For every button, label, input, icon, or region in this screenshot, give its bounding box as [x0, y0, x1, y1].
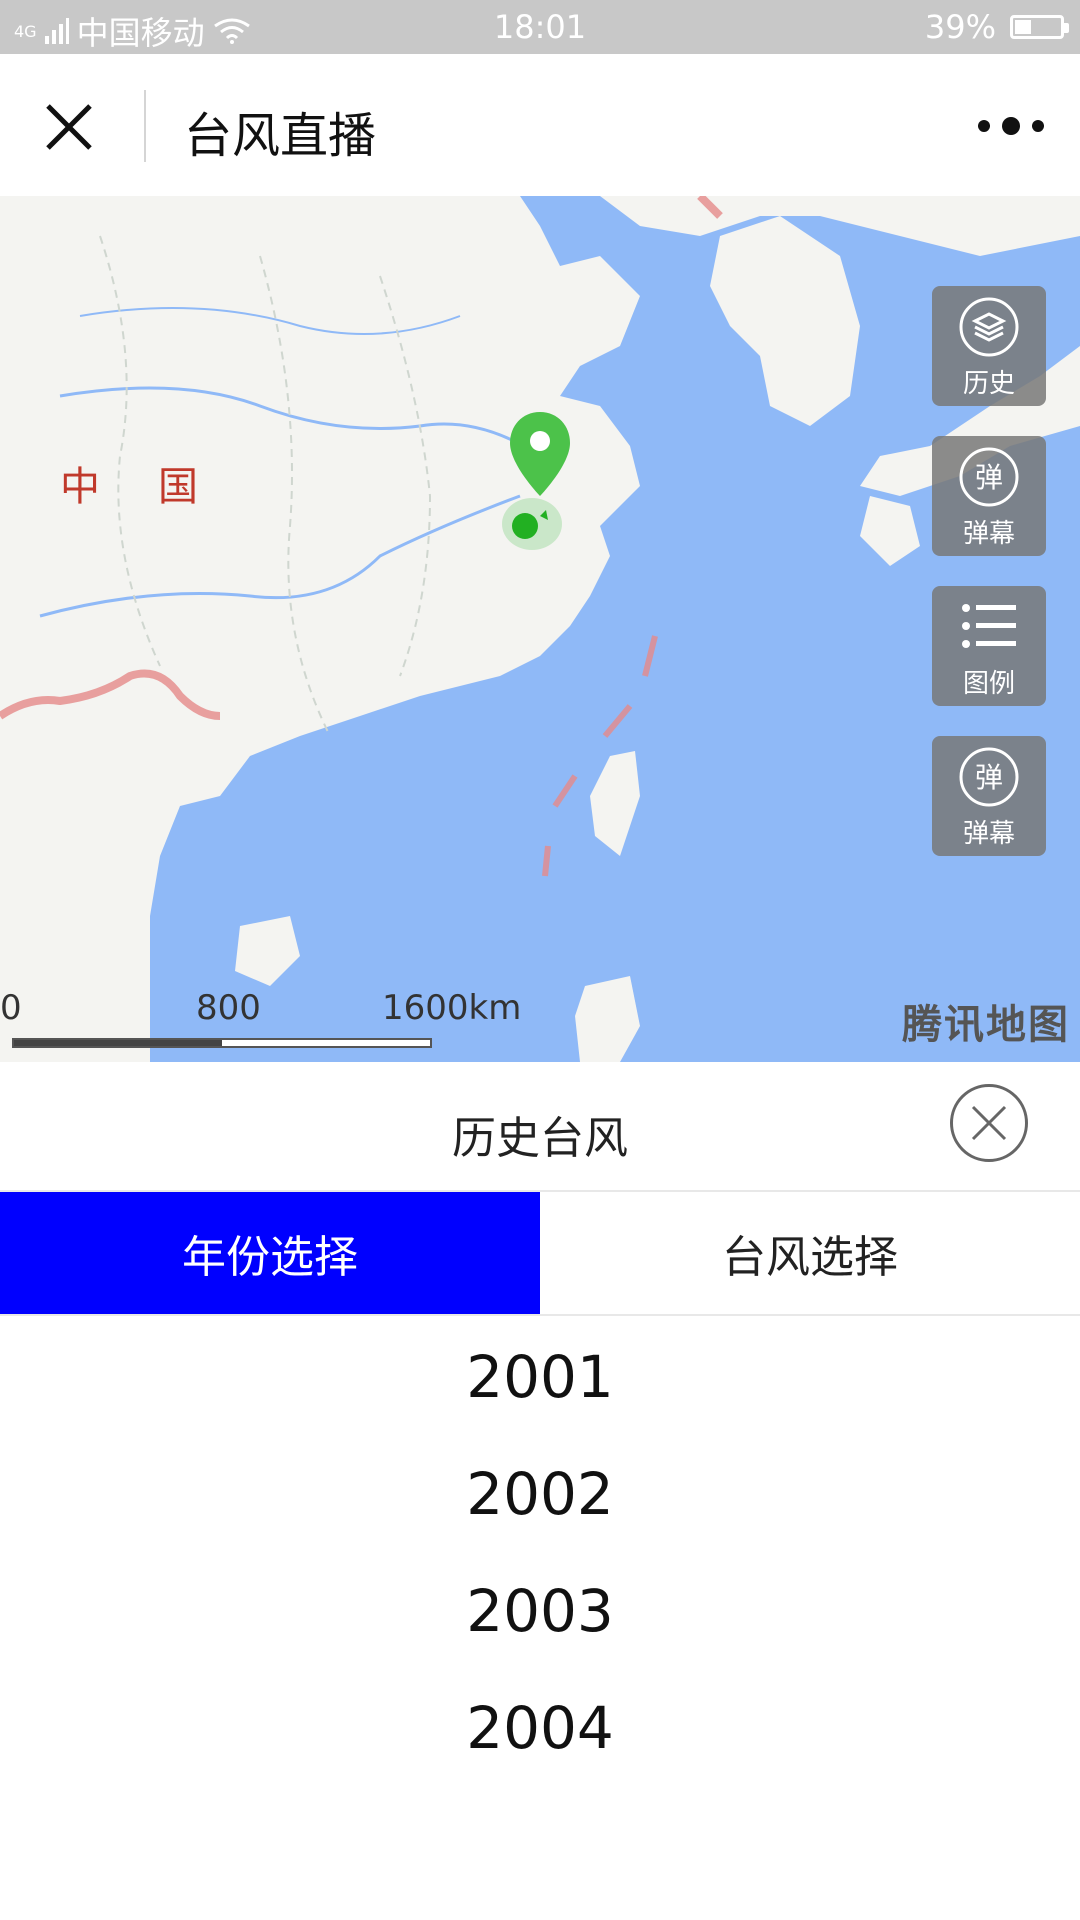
map-scale: 0 800 1600km: [0, 988, 521, 1048]
panel-header: 历史台风: [0, 1062, 1080, 1192]
danmaku-button-label: 弹幕: [962, 519, 1015, 549]
layers-icon: [959, 297, 1019, 357]
scale-label-800: 800: [196, 988, 261, 1028]
legend-button[interactable]: 图例: [932, 586, 1046, 706]
status-time: 18:01: [493, 8, 587, 46]
nav-divider: [144, 90, 146, 162]
svg-text:弹: 弹: [975, 761, 1003, 794]
status-right: 39%: [924, 8, 1069, 46]
page-title: 台风直播: [184, 108, 377, 164]
more-dot: [1002, 117, 1020, 135]
year-list: 2001 2002 2003 2004: [0, 1318, 1080, 1786]
history-button[interactable]: 历史: [932, 286, 1046, 406]
svg-text:弹: 弹: [975, 461, 1003, 494]
legend-button-label: 图例: [962, 669, 1015, 699]
danmaku-button-2-label: 弹幕: [962, 819, 1015, 849]
danmaku-icon: 弹: [959, 447, 1019, 507]
more-icon[interactable]: [978, 114, 1044, 138]
panel-title: 历史台风: [452, 1113, 628, 1164]
nav-bar: 台风直播: [0, 54, 1080, 196]
close-icon: [971, 1105, 1007, 1141]
scale-labels: 0 800 1600km: [0, 988, 521, 1028]
status-bar: 4G 中国移动 18:01 39%: [0, 0, 1080, 54]
history-button-label: 历史: [962, 369, 1015, 399]
scale-label-1600: 1600km: [382, 988, 522, 1028]
list-item[interactable]: 2002: [0, 1435, 1080, 1552]
danmaku-button-2[interactable]: 弹 弹幕: [932, 736, 1046, 856]
map-base: [0, 196, 1080, 1062]
list-item[interactable]: 2001: [0, 1318, 1080, 1435]
more-dot: [1032, 120, 1044, 132]
battery-percent: 39%: [924, 8, 996, 46]
scale-label-0: 0: [0, 988, 22, 1028]
danmaku-icon: 弹: [959, 747, 1019, 807]
battery-icon: [1010, 15, 1069, 39]
list-icon: [962, 604, 1016, 648]
danmaku-button[interactable]: 弹 弹幕: [932, 436, 1046, 556]
map-country-label: 中国: [60, 464, 256, 510]
map-view[interactable]: 中国 历史 弹 弹幕 图例 弹 弹幕 0 800 1600km 腾讯地图: [0, 196, 1080, 1062]
tab-year-select[interactable]: 年份选择: [0, 1192, 540, 1314]
scale-bar: [12, 1038, 432, 1048]
list-item[interactable]: 2003: [0, 1552, 1080, 1669]
location-pin-icon[interactable]: [506, 410, 574, 500]
tab-typhoon-select[interactable]: 台风选择: [540, 1192, 1080, 1314]
more-dot: [978, 120, 990, 132]
close-icon[interactable]: [44, 102, 94, 152]
list-item[interactable]: 2004: [0, 1669, 1080, 1786]
panel-tabs: 年份选择 台风选择: [0, 1192, 1080, 1316]
map-watermark: 腾讯地图: [902, 1002, 1070, 1048]
panel-close-button[interactable]: [950, 1084, 1028, 1162]
